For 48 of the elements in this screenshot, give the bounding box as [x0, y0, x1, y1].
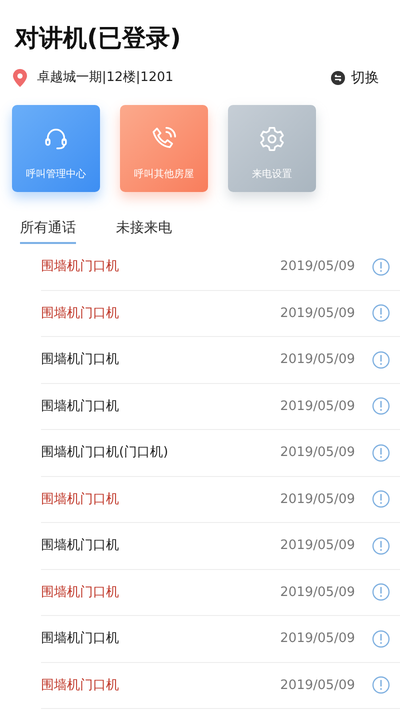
caller-name: 围墙机门口机: [41, 537, 119, 555]
page-title: 对讲机(已登录): [15, 23, 181, 54]
caller-name: 围墙机门口机: [41, 304, 119, 322]
tab[interactable]: 所有通话: [20, 214, 76, 244]
call-row[interactable]: 围墙机门口机 2019/05/09: [41, 337, 400, 384]
call-date: 2019/05/09: [280, 584, 355, 602]
call-row[interactable]: 围墙机门口机 2019/05/09: [41, 662, 400, 709]
call-date: 2019/05/09: [280, 304, 355, 322]
tab[interactable]: 未接来电: [116, 214, 172, 244]
call-row[interactable]: 围墙机门口机 2019/05/09: [41, 523, 400, 570]
call-row[interactable]: 围墙机门口机 2019/05/09: [41, 290, 400, 337]
location-pin-icon: [13, 69, 27, 87]
switch-icon: [331, 71, 345, 85]
info-icon[interactable]: [372, 350, 390, 369]
caller-name: 围墙机门口机: [41, 584, 119, 602]
caller-name: 围墙机门口机: [41, 258, 119, 276]
caller-name: 围墙机门口机(门口机): [41, 444, 168, 462]
call-row[interactable]: 围墙机门口机 2019/05/09: [41, 476, 400, 523]
info-icon[interactable]: [372, 397, 390, 416]
call-row[interactable]: 围墙机门口机 2019/05/09: [41, 384, 400, 430]
switch-button[interactable]: 切换: [331, 68, 379, 88]
caller-name: 围墙机门口机: [41, 398, 119, 416]
caller-name: 围墙机门口机: [41, 351, 119, 369]
call-date: 2019/05/09: [280, 490, 355, 508]
info-icon[interactable]: [372, 676, 390, 694]
caller-name: 围墙机门口机: [41, 630, 119, 648]
call-date: 2019/05/09: [280, 676, 355, 694]
call-date: 2019/05/09: [280, 630, 355, 648]
info-icon[interactable]: [372, 630, 390, 648]
caller-name: 围墙机门口机: [41, 676, 119, 694]
call-row[interactable]: 围墙机门口机 2019/05/09: [41, 570, 400, 616]
call-date: 2019/05/09: [280, 398, 355, 416]
call-row[interactable]: 围墙机门口机 2019/05/09: [41, 244, 400, 290]
call-date: 2019/05/09: [280, 351, 355, 369]
gear-icon: [258, 125, 286, 153]
info-icon[interactable]: [372, 304, 390, 322]
call-row[interactable]: 围墙机门口机(门口机) 2019/05/09: [41, 430, 400, 476]
info-icon[interactable]: [372, 583, 390, 602]
info-icon[interactable]: [372, 536, 390, 555]
call-date: 2019/05/09: [280, 537, 355, 555]
info-icon[interactable]: [372, 490, 390, 508]
info-icon[interactable]: [372, 258, 390, 276]
address-text: 卓越城一期|12楼|1201: [37, 69, 174, 88]
info-icon[interactable]: [372, 444, 390, 462]
call-date: 2019/05/09: [280, 258, 355, 276]
call-row[interactable]: 围墙机门口机 2019/05/09: [41, 616, 400, 662]
call-date: 2019/05/09: [280, 444, 355, 462]
caller-name: 围墙机门口机: [41, 490, 119, 508]
